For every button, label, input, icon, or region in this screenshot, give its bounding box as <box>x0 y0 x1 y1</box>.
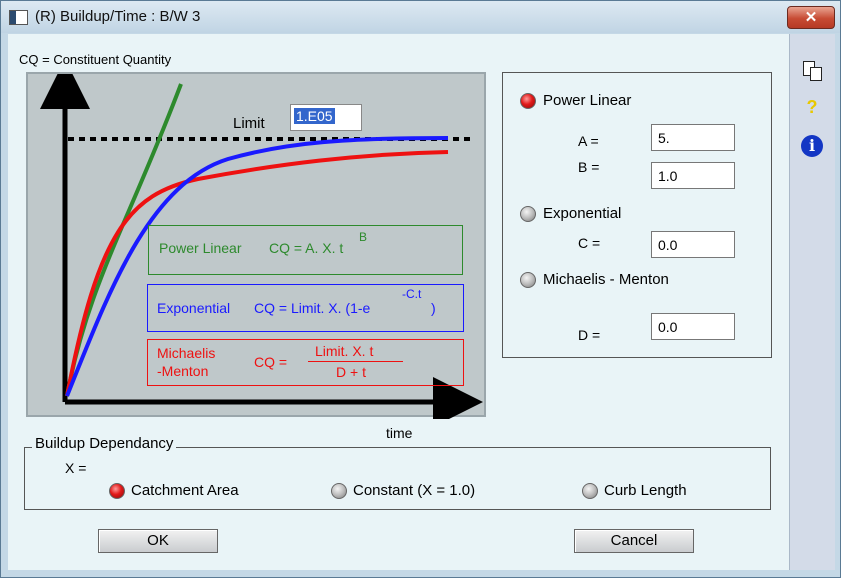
curb-length-label: Curb Length <box>604 482 687 499</box>
power-linear-radio[interactable] <box>520 93 536 109</box>
d-label: D = <box>578 327 601 343</box>
exponential-label: Exponential <box>543 205 622 222</box>
limit-value: 1.E05 <box>294 108 335 124</box>
exponential-formula-name: Exponential <box>157 300 231 316</box>
dialog-window: (R) Buildup/Time : B/W 3 ✕ CQ = Constitu… <box>0 0 841 578</box>
exponential-formula-box: Exponential CQ = Limit. X. (1-e -C.t ) <box>147 284 464 332</box>
michaelis-fraction-bar <box>308 361 403 362</box>
limit-label: Limit <box>233 115 265 132</box>
x-axis-label: time <box>386 425 413 441</box>
michaelis-formula-name-line1: Michaelis <box>157 345 216 361</box>
michaelis-label: Michaelis - Menton <box>543 271 669 288</box>
catchment-area-label: Catchment Area <box>131 482 239 499</box>
app-icon <box>9 10 28 25</box>
help-icon[interactable]: ? <box>801 96 823 118</box>
dialog-client: CQ = Constituent Quantity Limit 1.E05 Po… <box>8 34 789 570</box>
side-toolbar: ? i <box>789 34 835 570</box>
michaelis-numerator: Limit. X. t <box>315 343 374 359</box>
michaelis-radio[interactable] <box>520 272 536 288</box>
copy-icon[interactable] <box>801 59 823 81</box>
power-linear-equation: CQ = A. X. t <box>269 240 344 256</box>
buildup-group-title: Buildup Dependancy <box>32 435 177 452</box>
power-linear-label: Power Linear <box>543 92 632 109</box>
cancel-button[interactable]: Cancel <box>574 529 694 553</box>
ok-button[interactable]: OK <box>98 529 218 553</box>
constant-radio[interactable] <box>331 483 347 499</box>
a-field[interactable]: 5. <box>651 124 735 151</box>
chart-panel: Limit 1.E05 Power Linear CQ = A. X. t B … <box>26 72 486 419</box>
michaelis-equation: CQ = <box>254 354 288 370</box>
power-linear-exponent: B <box>359 230 368 244</box>
curb-length-radio[interactable] <box>582 483 598 499</box>
power-linear-formula-box: Power Linear CQ = A. X. t B <box>148 225 463 275</box>
catchment-area-radio[interactable] <box>109 483 125 499</box>
b-field[interactable]: 1.0 <box>651 162 735 189</box>
d-field[interactable]: 0.0 <box>651 313 735 340</box>
power-linear-formula-name: Power Linear <box>159 240 242 256</box>
buildup-dependancy-group: X = Catchment Area Constant (X = 1.0) Cu… <box>24 447 771 510</box>
exponential-exponent: -C.t <box>402 287 422 301</box>
michaelis-formula-box: Michaelis -Menton CQ = Limit. X. t D + t <box>147 339 464 386</box>
exponential-radio[interactable] <box>520 206 536 222</box>
michaelis-denominator: D + t <box>336 364 366 380</box>
a-label: A = <box>578 133 599 149</box>
exponential-equation: CQ = Limit. X. (1-e <box>254 300 371 316</box>
window-title: (R) Buildup/Time : B/W 3 <box>35 8 201 25</box>
exponential-close-paren: ) <box>431 300 436 316</box>
constant-label: Constant (X = 1.0) <box>353 482 476 499</box>
info-icon[interactable]: i <box>801 135 823 157</box>
title-bar[interactable]: (R) Buildup/Time : B/W 3 ✕ <box>1 1 840 33</box>
c-field[interactable]: 0.0 <box>651 231 735 258</box>
x-equals-label: X = <box>65 460 87 476</box>
parameter-panel: Power Linear A = 5. B = 1.0 Exponential … <box>502 72 772 358</box>
cq-legend: CQ = Constituent Quantity <box>19 52 172 67</box>
michaelis-formula-name-line2: -Menton <box>157 363 209 379</box>
limit-input[interactable]: 1.E05 <box>290 104 362 131</box>
close-button[interactable]: ✕ <box>787 6 835 29</box>
b-label: B = <box>578 159 600 175</box>
c-label: C = <box>578 235 601 251</box>
